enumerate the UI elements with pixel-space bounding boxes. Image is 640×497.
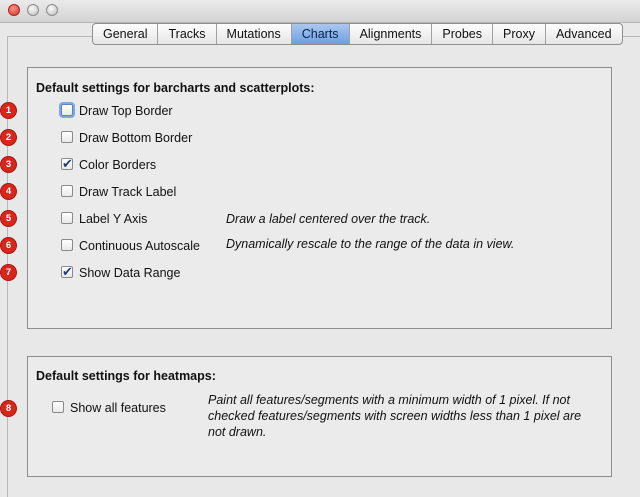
annotation-badge-4: 4 [1,184,16,199]
show-data-range-checkbox[interactable] [61,264,73,280]
close-window-button[interactable] [8,4,20,16]
show-data-range-label: Show Data Range [79,266,181,280]
annotation-badge-3: 3 [1,157,16,172]
continuous-autoscale-label: Continuous Autoscale [79,239,200,253]
draw-bottom-border-checkbox[interactable] [61,131,73,143]
show-all-features-description: Paint all features/segments with a minim… [208,393,582,439]
window-titlebar [0,0,640,23]
annotation-badge-2: 2 [1,130,16,145]
color-borders-label: Color Borders [79,158,157,172]
tab-mutations[interactable]: Mutations [217,24,292,44]
tab-advanced[interactable]: Advanced [546,24,622,44]
label-y-axis-checkbox[interactable] [61,212,73,224]
preferences-tab-bar: General Tracks Mutations Charts Alignmen… [92,23,623,45]
tab-alignments[interactable]: Alignments [350,24,433,44]
minimize-window-button[interactable] [27,4,39,16]
heatmaps-panel-title: Default settings for heatmaps: [36,369,216,383]
continuous-autoscale-checkbox[interactable] [61,239,73,251]
label-y-axis-description: Draw a label centered over the track. [226,212,431,226]
draw-track-label-label: Draw Track Label [79,185,177,199]
annotation-badge-1: 1 [1,103,16,118]
show-all-features-checkbox[interactable] [52,401,64,413]
draw-top-border-checkbox[interactable] [61,104,73,116]
show-all-features-label: Show all features [70,401,166,415]
draw-track-label-checkbox[interactable] [61,185,73,197]
annotation-badge-7: 7 [1,265,16,280]
maximize-window-button[interactable] [46,4,58,16]
annotation-badge-8: 8 [1,401,16,416]
tab-tracks[interactable]: Tracks [158,24,217,44]
draw-bottom-border-label: Draw Bottom Border [79,131,193,145]
barcharts-panel-title: Default settings for barcharts and scatt… [36,81,315,95]
annotation-badge-6: 6 [1,238,16,253]
tab-proxy[interactable]: Proxy [493,24,546,44]
color-borders-checkbox[interactable] [61,156,73,172]
tab-charts[interactable]: Charts [291,24,350,44]
continuous-autoscale-description: Dynamically rescale to the range of the … [226,237,515,251]
tab-probes[interactable]: Probes [432,24,494,44]
annotation-badge-5: 5 [1,211,16,226]
label-y-axis-label: Label Y Axis [79,212,148,226]
draw-top-border-label: Draw Top Border [79,104,173,118]
tab-general[interactable]: General [93,24,159,44]
